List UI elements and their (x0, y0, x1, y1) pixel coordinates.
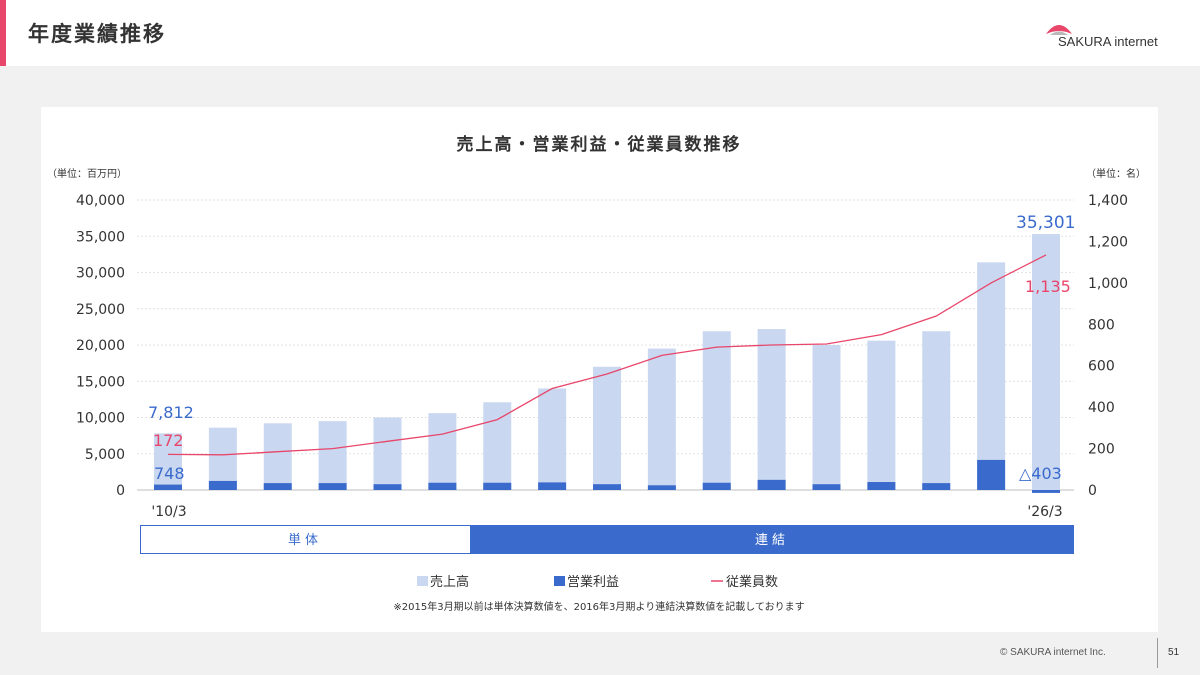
sales-bar (208, 427, 237, 490)
left-axis-ticks: 0 5,000 10,000 15,000 20,000 25,000 30,000 35,0… (76, 193, 125, 499)
left-tick-label: 0 (116, 483, 125, 499)
operating-profit-bar (593, 484, 621, 490)
footer-copyright: © SAKURA internet Inc. (1000, 647, 1106, 658)
sales-first-label: 7,812 (148, 403, 194, 422)
operating-profit-bar (154, 484, 182, 490)
emp-first-label: 172 (153, 431, 184, 450)
right-axis-unit: （単位：名） (1086, 167, 1146, 180)
sales-bar (867, 340, 896, 490)
operating-profit-bar (757, 479, 786, 490)
operating-profit-bar (538, 482, 567, 490)
legend-sales-swatch (417, 576, 428, 586)
right-tick-label: 600 (1088, 359, 1115, 375)
right-tick-label: 1,200 (1088, 234, 1128, 250)
right-tick-label: 0 (1088, 483, 1097, 499)
sales-bar (428, 413, 457, 490)
sales-bar (977, 262, 1006, 490)
left-tick-label: 5,000 (85, 447, 125, 463)
right-axis-ticks: 0 200 400 600 800 1,000 1,200 1,400 (1088, 193, 1128, 499)
page-title: 年度業績推移 (28, 22, 166, 46)
operating-profit-bar (483, 482, 512, 490)
chart-title: 売上高・営業利益・従業員数推移 (457, 134, 742, 155)
sales-bar (702, 331, 731, 490)
sales-bar (757, 329, 786, 490)
legend-emp-label: 従業員数 (726, 574, 778, 590)
header: 年度業績推移 SAKURA internet (0, 0, 1200, 66)
emp-last-label: 1,135 (1025, 277, 1071, 296)
logo-text: SAKURA internet (1058, 34, 1158, 49)
sales-bar (263, 423, 292, 490)
left-tick-label: 25,000 (76, 302, 125, 318)
operating-profit-bar (867, 482, 896, 490)
page-number: 51 (1168, 647, 1180, 658)
left-tick-label: 10,000 (76, 411, 125, 427)
sales-bar (538, 388, 567, 490)
left-tick-label: 40,000 (76, 193, 125, 209)
operating-profit-bar (977, 459, 1006, 490)
footer-separator (1157, 638, 1158, 668)
company-logo: SAKURA internet (1040, 18, 1180, 52)
header-accent-bar (0, 0, 6, 66)
left-tick-label: 30,000 (76, 266, 125, 282)
consolidated-band-label: 連結 (755, 533, 789, 548)
x-first-label: '10/3 (151, 504, 186, 520)
sales-bar (922, 331, 951, 490)
operating-profit-bar (208, 480, 237, 490)
operating-profit-bar (428, 482, 457, 490)
performance-chart: 売上高・営業利益・従業員数推移 （単位：百万円） （単位：名） 0 5,000 10… (47, 134, 1146, 613)
operating-profit-bar (922, 483, 951, 490)
right-tick-label: 800 (1088, 317, 1115, 333)
operating-profit-bar (263, 483, 292, 490)
sales-bar (483, 402, 512, 490)
operating-profit-bar (373, 484, 402, 490)
operating-profit-bar (318, 483, 347, 490)
op-first-label: 748 (154, 464, 185, 483)
legend-op-label: 営業利益 (567, 574, 619, 590)
operating-profit-bar (647, 485, 676, 490)
left-tick-label: 35,000 (76, 229, 125, 245)
footnote: ※2015年3月期以前は単体決算数値を、2016年3月期より連結決算数値を記載し… (393, 600, 804, 613)
right-tick-label: 400 (1088, 400, 1115, 416)
sales-bar (593, 366, 621, 490)
chart-card: 売上高・営業利益・従業員数推移 （単位：百万円） （単位：名） 0 5,000 10… (41, 107, 1158, 632)
left-tick-label: 15,000 (76, 374, 125, 390)
operating-profit-bar (1032, 490, 1060, 493)
sales-bar (318, 421, 347, 490)
right-tick-label: 200 (1088, 442, 1115, 458)
sales-bar (812, 345, 841, 490)
sales-last-label: 35,301 (1016, 213, 1075, 233)
legend: 売上高 営業利益 従業員数 (417, 574, 778, 590)
right-tick-label: 1,000 (1088, 276, 1128, 292)
standalone-band-label: 単体 (288, 532, 322, 548)
left-tick-label: 20,000 (76, 338, 125, 354)
operating-profit-bar (812, 484, 841, 490)
x-last-label: '26/3 (1027, 504, 1062, 520)
operating-profit-bar (702, 482, 731, 490)
op-last-label: △403 (1019, 464, 1062, 483)
sales-bar (1032, 234, 1060, 490)
sales-bar (647, 348, 676, 490)
legend-op-swatch (554, 576, 565, 586)
right-tick-label: 1,400 (1088, 193, 1128, 209)
sales-bar (373, 417, 402, 490)
left-axis-unit: （単位：百万円） (47, 167, 127, 180)
legend-sales-label: 売上高 (430, 574, 469, 590)
